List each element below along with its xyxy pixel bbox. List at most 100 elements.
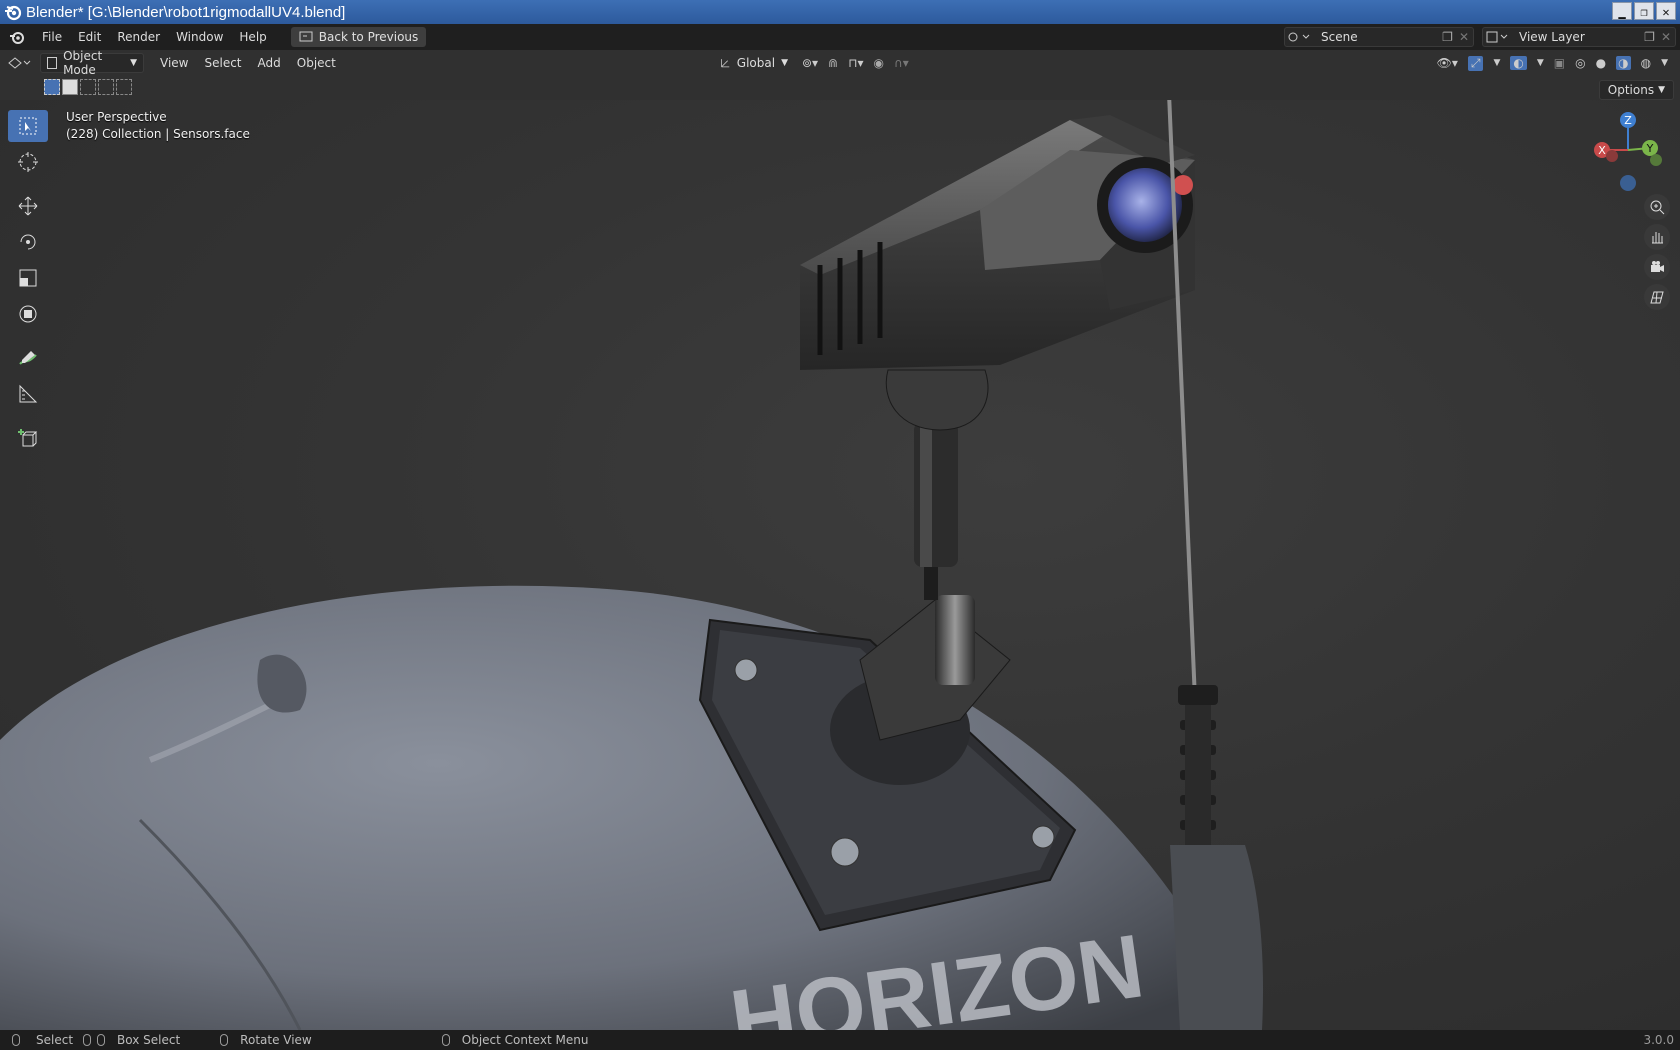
measure-icon: [19, 384, 38, 403]
top-menu-bar: File Edit Render Window Help Back to Pre…: [0, 24, 1680, 50]
rendered-shading-icon[interactable]: ◍: [1641, 56, 1651, 70]
menu-help[interactable]: Help: [231, 30, 274, 44]
scene-render: HORIZON: [0, 100, 1264, 1030]
status-context-label: Object Context Menu: [461, 1033, 589, 1047]
status-box-select: Box Select: [83, 1033, 180, 1047]
snap-target-icon[interactable]: ⊓▾: [848, 56, 863, 70]
mouse-right-icon: [441, 1034, 450, 1046]
zoom-view-button[interactable]: [1644, 194, 1670, 220]
svg-text:Y: Y: [1646, 142, 1654, 155]
minimize-button[interactable]: ▁: [1612, 2, 1632, 20]
view-layer-selector[interactable]: View Layer ❐ ✕: [1482, 27, 1676, 47]
menu-add[interactable]: Add: [250, 56, 289, 70]
status-context: Object Context Menu: [441, 1033, 589, 1047]
pivot-point-icon[interactable]: ⊚▾: [802, 56, 818, 70]
back-to-previous-button[interactable]: Back to Previous: [290, 27, 427, 47]
camera-icon: [1651, 261, 1664, 272]
object-mode-dropdown[interactable]: Object Mode ▼: [40, 49, 144, 77]
menu-file[interactable]: File: [34, 30, 70, 44]
transform-tool[interactable]: [8, 298, 48, 330]
scene-selector[interactable]: Scene ❐ ✕: [1284, 27, 1474, 47]
select-box-tool[interactable]: [8, 110, 48, 142]
cursor-tool[interactable]: [8, 146, 48, 178]
scale-icon: [19, 269, 37, 287]
menu-edit[interactable]: Edit: [70, 30, 109, 44]
select-mode-new-icon[interactable]: [44, 79, 60, 95]
select-mode-extend-icon[interactable]: [62, 79, 78, 95]
status-box-select-label: Box Select: [117, 1033, 181, 1047]
navigation-gizmo[interactable]: Z X Y: [1588, 108, 1668, 198]
orientation-label: Global: [736, 56, 776, 70]
status-select-label: Select: [36, 1033, 74, 1047]
chevron-down-icon: ▼: [1658, 85, 1665, 95]
camera-view-button[interactable]: [1644, 254, 1670, 280]
select-box-icon: [19, 117, 37, 135]
menu-select[interactable]: Select: [196, 56, 249, 70]
options-dropdown[interactable]: Options ▼: [1598, 80, 1674, 100]
solid-shading-icon[interactable]: ●: [1596, 56, 1606, 70]
rotate-tool[interactable]: [8, 226, 48, 258]
grid-icon: [1650, 291, 1664, 304]
status-bar: Select Box Select Rotate View Object Con…: [0, 1030, 1680, 1050]
overlay-toggle-icon[interactable]: ◐: [1510, 56, 1527, 70]
transform-icon: [19, 305, 37, 323]
ortho-toggle-button[interactable]: [1644, 284, 1670, 310]
menu-object[interactable]: Object: [289, 56, 344, 70]
scale-tool[interactable]: [8, 262, 48, 294]
menu-window[interactable]: Window: [168, 30, 231, 44]
material-shading-icon[interactable]: ◑: [1616, 56, 1631, 70]
hand-icon: [1652, 232, 1663, 244]
status-rotate-label: Rotate View: [240, 1033, 312, 1047]
menu-view[interactable]: View: [152, 56, 196, 70]
view-layer-icon: [1486, 31, 1508, 43]
transform-orientation-dropdown[interactable]: Global ▼: [714, 53, 794, 73]
close-button[interactable]: ✕: [1656, 2, 1676, 20]
perspective-label: User Perspective: [66, 110, 167, 124]
annotate-icon: [19, 351, 37, 365]
select-mode-subtract-icon[interactable]: [80, 79, 96, 95]
visibility-icon[interactable]: 👁▾: [1437, 56, 1458, 70]
collection-label: (228) Collection | Sensors.face: [66, 127, 250, 141]
select-mode-intersect-icon[interactable]: [116, 79, 132, 95]
status-rotate: Rotate View: [220, 1033, 312, 1047]
falloff-icon[interactable]: ∩▾: [894, 56, 909, 70]
left-toolbar: [8, 110, 50, 458]
select-mode-difference-icon[interactable]: [98, 79, 114, 95]
scene-name: Scene: [1321, 30, 1358, 44]
window-title-bar: Blender* [G:\Blender\robot1rigmodallUV4.…: [0, 0, 1680, 24]
xray-icon[interactable]: ▣: [1554, 56, 1565, 70]
move-tool[interactable]: [8, 190, 48, 222]
mouse-left-icon: [97, 1034, 106, 1046]
annotate-tool[interactable]: [8, 342, 48, 374]
svg-text:X: X: [1598, 144, 1606, 157]
add-cube-tool[interactable]: [8, 422, 48, 454]
menu-render[interactable]: Render: [109, 30, 168, 44]
editor-type-button[interactable]: [0, 56, 40, 70]
maximize-button[interactable]: ❐: [1634, 2, 1654, 20]
zoom-icon: [1650, 200, 1665, 215]
viewport-header: Object Mode ▼ View Select Add Object Glo…: [0, 49, 1680, 77]
blender-menu-icon[interactable]: [8, 28, 26, 46]
mouse-drag-icon: [83, 1034, 92, 1046]
chevron-down-icon: ▼: [781, 58, 788, 68]
delete-scene-icon[interactable]: ✕: [1459, 30, 1469, 44]
add-cube-icon: [18, 429, 38, 447]
version-label: 3.0.0: [1643, 1033, 1674, 1047]
wireframe-shading-icon[interactable]: ◎: [1575, 56, 1585, 70]
new-scene-icon[interactable]: ❐: [1442, 30, 1453, 44]
measure-tool[interactable]: [8, 378, 48, 410]
pan-view-button[interactable]: [1644, 224, 1670, 250]
new-view-layer-icon[interactable]: ❐: [1644, 30, 1655, 44]
delete-view-layer-icon[interactable]: ✕: [1661, 30, 1671, 44]
move-icon: [18, 196, 38, 216]
chevron-down-icon: ▼: [130, 58, 137, 68]
back-to-previous-label: Back to Previous: [318, 30, 419, 44]
mouse-middle-icon: [220, 1034, 229, 1046]
proportional-edit-icon[interactable]: ◉: [874, 56, 884, 70]
gizmo-toggle-icon[interactable]: ⤢: [1467, 55, 1484, 71]
3d-viewport[interactable]: HORIZON User Perspective (228) Collectio…: [0, 100, 1680, 1030]
status-select: Select: [12, 1033, 73, 1047]
blender-logo-icon: [5, 5, 22, 21]
shading-options-icon[interactable]: ▼: [1661, 58, 1668, 68]
snap-icon[interactable]: ⋒: [828, 56, 838, 70]
